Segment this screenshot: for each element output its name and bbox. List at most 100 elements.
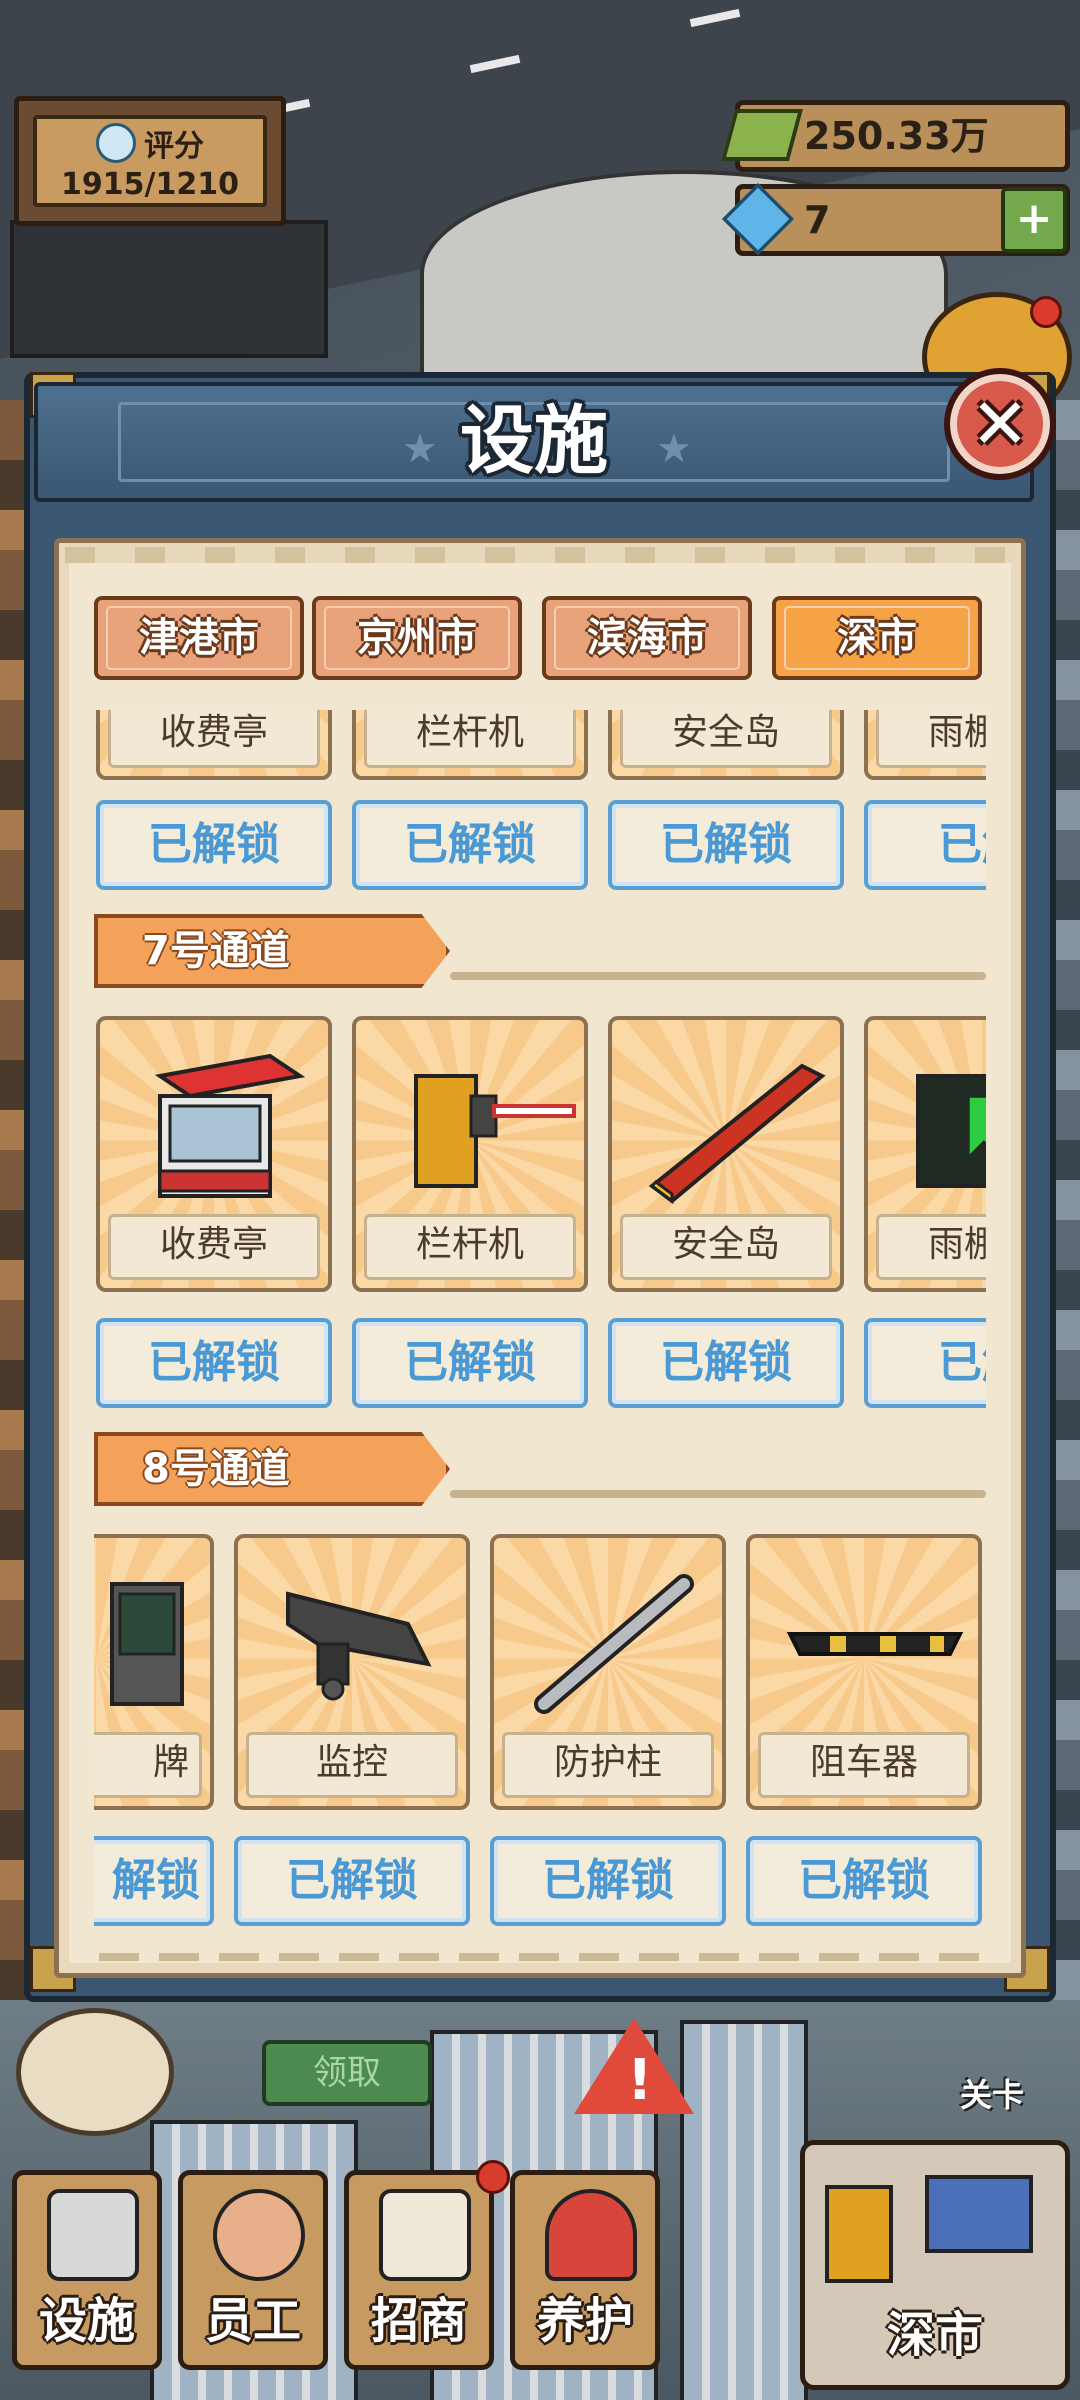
toll-booth-icon — [825, 2185, 893, 2283]
facility-name: 安全岛 — [620, 710, 832, 768]
unlocked-button[interactable]: 已解锁 — [352, 800, 588, 890]
city-switch-button[interactable]: 深市 — [800, 2140, 1070, 2390]
tab-shen[interactable]: 深市 — [772, 596, 982, 680]
barrier-gate-icon — [414, 1074, 576, 1188]
nav-label: 养护 — [536, 2293, 633, 2349]
facility-name: 监控 — [246, 1732, 458, 1798]
facility-card[interactable]: 栏杆机 — [352, 1016, 588, 1292]
facility-card[interactable]: 牌 — [94, 1534, 214, 1810]
unlocked-button[interactable]: 已解锁 — [96, 1318, 332, 1408]
score-title: 评分 — [96, 121, 204, 165]
unlocked-button[interactable]: 已解锁 — [608, 1318, 844, 1408]
nav-staff-button[interactable]: 员工 — [178, 2170, 328, 2370]
medal-icon — [96, 122, 136, 163]
guard-post-icon — [534, 1574, 694, 1714]
facility-card[interactable]: 安全岛 — [608, 1016, 844, 1292]
gem-value: 7 — [804, 198, 831, 242]
score-label: 评分 — [144, 128, 204, 164]
facility-card[interactable]: 安全岛 — [608, 710, 844, 780]
nav-label: 员工 — [204, 2293, 301, 2349]
unlocked-button[interactable]: 已解 — [864, 1318, 986, 1408]
facility-card[interactable]: 阻车器 — [746, 1534, 982, 1810]
level-label[interactable]: 关卡 — [960, 2070, 1024, 2116]
unlocked-button[interactable]: 已解 — [864, 800, 986, 890]
signboard-icon — [379, 2189, 471, 2281]
camera-icon — [47, 2189, 139, 2281]
tab-binhai[interactable]: 滨海市 — [542, 596, 752, 680]
facility-name: 防护柱 — [502, 1732, 714, 1798]
facility-card[interactable]: 收费亭 — [96, 1016, 332, 1292]
facility-list[interactable]: 收费亭 栏杆机 安全岛 雨棚信 已解锁 已解锁 已解锁 已解 7号通道 收费亭 … — [94, 710, 986, 1932]
add-gems-button[interactable]: + — [1001, 187, 1067, 253]
facility-name: 雨棚信 — [876, 1214, 986, 1280]
task-icon[interactable] — [16, 2008, 174, 2136]
nav-label: 设施 — [38, 2293, 135, 2349]
close-button[interactable]: ✕ — [944, 368, 1056, 480]
nav-maintenance-button[interactable]: 养护 — [510, 2170, 660, 2370]
unlocked-button[interactable]: 已解锁 — [234, 1836, 470, 1926]
facility-card[interactable]: 栏杆机 — [352, 710, 588, 780]
facility-card[interactable]: 雨棚信 — [864, 1016, 986, 1292]
facility-name: 收费亭 — [108, 1214, 320, 1280]
close-icon: ✕ — [970, 383, 1030, 465]
facility-name: 收费亭 — [108, 710, 320, 768]
torn-paper-edge — [65, 547, 1015, 563]
unlocked-button[interactable]: 已解锁 — [352, 1318, 588, 1408]
tab-jingzhou[interactable]: 京州市 — [312, 596, 522, 680]
nav-facilities-button[interactable]: 设施 — [12, 2170, 162, 2370]
unlocked-button[interactable]: 已解锁 — [96, 800, 332, 890]
tab-inner-border — [554, 606, 740, 670]
section-divider — [450, 1490, 986, 1498]
nav-investment-button[interactable]: 招商 — [344, 2170, 494, 2370]
facility-card[interactable]: 防护柱 — [490, 1534, 726, 1810]
section-divider — [450, 972, 986, 980]
truck-icon — [925, 2175, 1033, 2253]
facility-card[interactable]: 监控 — [234, 1534, 470, 1810]
building — [680, 2020, 808, 2400]
cash-counter: 250.33万 — [721, 100, 1070, 172]
city-tabs: 津港市 京州市 滨海市 深市 — [94, 596, 1004, 680]
section-label-lane8: 8号通道 — [94, 1432, 450, 1506]
modal-header: ★ ★ 设施 — [34, 382, 1034, 502]
notification-dot — [1030, 296, 1062, 328]
warning-mark: ! — [627, 2048, 653, 2113]
paper-bottom-edge — [99, 1953, 981, 1961]
claim-button[interactable]: 领取 — [262, 2040, 432, 2106]
unlocked-button[interactable]: 解锁 — [94, 1836, 214, 1926]
facility-card[interactable]: 收费亭 — [96, 710, 332, 780]
tab-inner-border — [324, 606, 510, 670]
facility-name: 栏杆机 — [364, 1214, 576, 1280]
tab-inner-border — [784, 606, 970, 670]
tab-jingang[interactable]: 津港市 — [94, 596, 304, 680]
helmet-icon — [545, 2189, 637, 2281]
toll-booth-icon — [154, 1053, 306, 1198]
camera-icon — [286, 1591, 432, 1701]
unlocked-button[interactable]: 已解锁 — [490, 1836, 726, 1926]
tab-inner-border — [106, 606, 292, 670]
facility-name: 安全岛 — [620, 1214, 832, 1280]
score-board[interactable]: 评分 1915/1210 — [14, 96, 286, 226]
facility-name: 栏杆机 — [364, 710, 576, 768]
score-panel: 评分 1915/1210 — [33, 115, 267, 207]
facility-name: 牌 — [94, 1732, 202, 1798]
section-label-lane7: 7号通道 — [94, 914, 450, 988]
speed-bump-icon — [786, 1632, 964, 1656]
facility-name: 阻车器 — [758, 1732, 970, 1798]
facility-name: 雨棚信 — [876, 710, 986, 768]
nav-label: 招商 — [370, 2293, 467, 2349]
unlocked-button[interactable]: 已解锁 — [608, 800, 844, 890]
modal-title: 设施 — [460, 398, 608, 484]
gem-counter: 7 + — [721, 182, 1070, 256]
score-value: 1915/1210 — [61, 166, 239, 202]
staff-icon — [213, 2189, 305, 2281]
unlocked-button[interactable]: 已解锁 — [746, 1836, 982, 1926]
canopy-signal-icon — [916, 1074, 986, 1188]
cash-value: 250.33万 — [804, 114, 989, 158]
building — [10, 220, 328, 358]
cash-icon — [721, 109, 803, 161]
notification-dot — [476, 2160, 510, 2194]
safety-island-icon — [648, 1063, 826, 1204]
sign-board-icon — [110, 1582, 184, 1706]
city-label: 深市 — [886, 2307, 983, 2363]
facility-card[interactable]: 雨棚信 — [864, 710, 986, 780]
